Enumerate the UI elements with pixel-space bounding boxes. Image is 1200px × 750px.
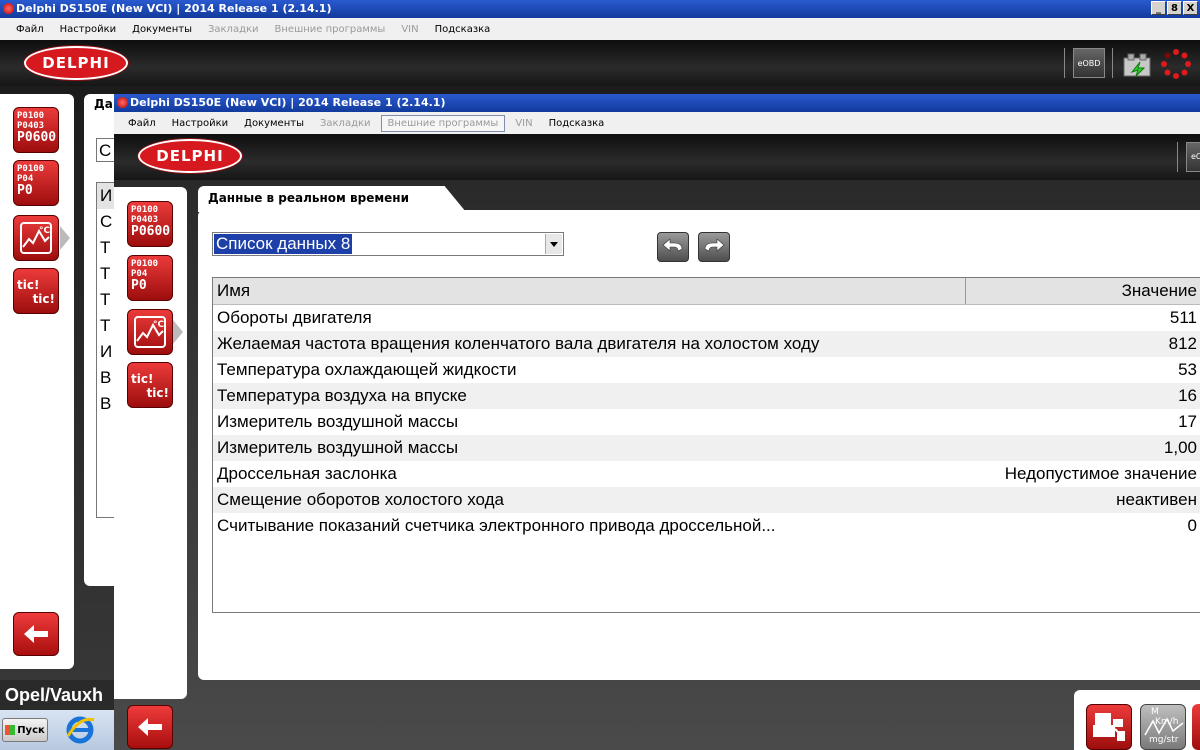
table-row[interactable]: Смещение оборотов холостого хода неактив… xyxy=(213,487,1200,513)
inner-app-icon xyxy=(117,97,128,108)
row-value: 16 xyxy=(965,383,1200,409)
outer-clear-dtc-icon[interactable]: P0100 P04 P0 xyxy=(13,160,59,206)
outer-menu-external-programs[interactable]: Внешние программы xyxy=(269,22,392,37)
vci-connection-icon[interactable] xyxy=(1122,48,1154,78)
inner-toolbar: DELPHI eO xyxy=(114,134,1200,180)
row-name: Обороты двигателя xyxy=(217,308,372,327)
toolbar-divider xyxy=(1177,142,1178,172)
live-data-table: Имя Значение Обороты двигателя 511 Желае… xyxy=(212,277,1200,613)
row-name: Считывание показаний счетчика электронно… xyxy=(217,516,776,535)
outer-window-title: Delphi DS150E (New VCI) | 2014 Release 1… xyxy=(16,2,332,15)
vehicle-label: Opel/Vauxh xyxy=(0,680,114,710)
row-name: Дроссельная заслонка xyxy=(217,464,397,483)
row-value: 17 xyxy=(1178,412,1197,431)
inner-eobd-button[interactable]: eO xyxy=(1186,142,1200,172)
internet-explorer-icon[interactable] xyxy=(64,714,96,746)
toolbar-divider xyxy=(1112,48,1113,78)
eobd-button[interactable]: eOBD xyxy=(1073,48,1105,78)
partial-action-icon[interactable] xyxy=(1192,704,1200,750)
inner-window-title: Delphi DS150E (New VCI) | 2014 Release 1… xyxy=(130,96,446,109)
read-dtc-icon[interactable]: P0100 P0403 P0600 xyxy=(127,201,173,247)
selected-pointer xyxy=(173,320,183,344)
table-header-row: Имя Значение xyxy=(213,278,1200,305)
outer-read-dtc-icon[interactable]: P0100 P0403 P0600 xyxy=(13,107,59,153)
table-row[interactable]: Дроссельная заслонка Недопустимое значен… xyxy=(213,461,1200,487)
inner-menu-settings[interactable]: Настройки xyxy=(166,116,234,131)
table-row[interactable]: Считывание показаний счетчика электронно… xyxy=(213,513,1200,539)
row-value: 511 xyxy=(1169,308,1197,327)
table-row[interactable]: Желаемая частота вращения коленчатого ва… xyxy=(213,331,1200,357)
window-controls: _ 8 X xyxy=(1151,1,1198,15)
minimize-button[interactable]: _ xyxy=(1151,1,1166,15)
svg-text:°C: °C xyxy=(39,226,51,236)
inner-menu-documents[interactable]: Документы xyxy=(238,116,310,131)
table-row[interactable]: Температура воздуха на впуске 16 xyxy=(213,383,1200,409)
windows-logo-icon xyxy=(5,725,16,735)
chevron-down-icon[interactable] xyxy=(545,234,562,254)
tab-label: Данные в реальном времени xyxy=(208,191,409,205)
inner-menu-file[interactable]: Файл xyxy=(122,116,162,131)
outer-actuator-test-icon[interactable]: tic! tic! xyxy=(13,268,59,314)
outer-selected-pointer xyxy=(60,226,70,250)
outer-tab-label: Да xyxy=(94,97,113,111)
outer-title-bar: Delphi DS150E (New VCI) | 2014 Release 1… xyxy=(0,0,1200,18)
table-row[interactable]: Измеритель воздушной массы 17 xyxy=(213,409,1200,435)
dropdown-selected-value: Список данных 8 xyxy=(214,234,353,254)
outer-menu-bookmarks[interactable]: Закладки xyxy=(202,22,265,37)
outer-live-data-icon[interactable]: °C xyxy=(13,215,59,261)
inner-menu-bar: Файл Настройки Документы Закладки Внешни… xyxy=(114,112,1200,134)
outer-back-button[interactable] xyxy=(13,612,59,656)
inner-menu-help[interactable]: Подсказка xyxy=(543,116,611,131)
header-value[interactable]: Значение xyxy=(965,278,1200,305)
data-list-dropdown[interactable]: Список данных 8 xyxy=(212,232,564,256)
live-data-icon[interactable]: °C xyxy=(127,309,173,355)
close-button[interactable]: X xyxy=(1183,1,1198,15)
row-name: Температура воздуха на впуске xyxy=(213,383,965,409)
outer-toolbar: DELPHI eOBD xyxy=(0,40,1200,86)
row-name: Смещение оборотов холостого хода xyxy=(213,487,965,513)
toolbar-divider xyxy=(1064,48,1065,78)
header-name[interactable]: Имя xyxy=(213,278,966,305)
taskbar: Пуск xyxy=(0,710,114,750)
row-value: Недопустимое значение xyxy=(1004,464,1197,483)
row-name: Измеритель воздушной массы xyxy=(213,435,965,461)
row-value: 1,00 xyxy=(965,435,1200,461)
row-name: Температура охлаждающей жидкости xyxy=(217,360,517,379)
inner-menu-vin[interactable]: VIN xyxy=(509,116,538,131)
row-value: неактивен xyxy=(965,487,1200,513)
table-row[interactable]: Температура охлаждающей жидкости 53 xyxy=(213,357,1200,383)
row-name: Измеритель воздушной массы xyxy=(217,412,459,431)
row-value: 0 xyxy=(1187,516,1197,535)
outer-menu-file[interactable]: Файл xyxy=(10,22,50,37)
table-row[interactable]: Измеритель воздушной массы 1,00 xyxy=(213,435,1200,461)
tab-live-data[interactable]: Данные в реальном времени xyxy=(198,186,466,212)
units-conversion-icon[interactable]: M Km/h mg/str xyxy=(1140,704,1186,750)
outer-menu-settings[interactable]: Настройки xyxy=(54,22,122,37)
print-report-icon[interactable] xyxy=(1086,704,1132,750)
actuator-test-icon[interactable]: tic! tic! xyxy=(127,362,173,408)
inner-title-bar: Delphi DS150E (New VCI) | 2014 Release 1… xyxy=(114,94,1200,112)
maximize-button[interactable]: 8 xyxy=(1167,1,1182,15)
start-button[interactable]: Пуск xyxy=(2,718,48,742)
outer-menu-help[interactable]: Подсказка xyxy=(429,22,497,37)
table-row[interactable]: Обороты двигателя 511 xyxy=(213,305,1200,332)
clear-dtc-icon[interactable]: P0100 P04 P0 xyxy=(127,255,173,301)
app-icon xyxy=(3,3,14,14)
row-value: 53 xyxy=(1178,360,1197,379)
next-list-button[interactable] xyxy=(698,232,730,262)
row-name: Желаемая частота вращения коленчатого ва… xyxy=(213,331,965,357)
outer-menu-bar: Файл Настройки Документы Закладки Внешни… xyxy=(0,18,1200,40)
busy-spinner-icon xyxy=(1160,48,1192,80)
inner-menu-bookmarks[interactable]: Закладки xyxy=(314,116,377,131)
outer-menu-vin[interactable]: VIN xyxy=(395,22,424,37)
inner-delphi-logo: DELPHI xyxy=(138,139,242,173)
delphi-logo: DELPHI xyxy=(24,46,128,80)
back-button[interactable] xyxy=(127,705,173,749)
inner-menu-external-programs[interactable]: Внешние программы xyxy=(380,114,506,132)
outer-menu-documents[interactable]: Документы xyxy=(126,22,198,37)
row-value: 812 xyxy=(965,331,1200,357)
svg-text:°C: °C xyxy=(153,320,165,330)
previous-list-button[interactable] xyxy=(657,232,689,262)
